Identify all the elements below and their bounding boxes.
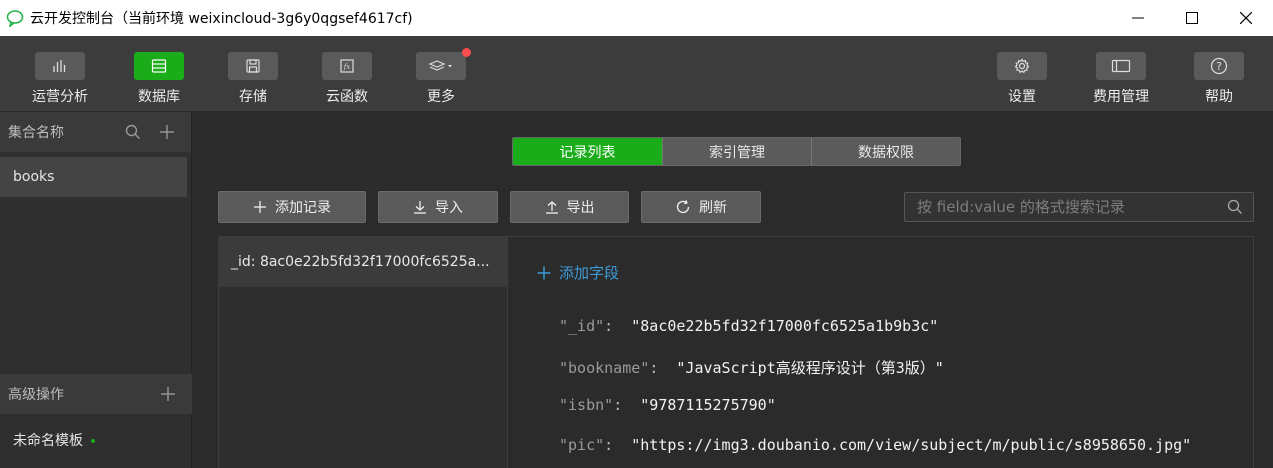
tab-index-management[interactable]: 索引管理 [662, 138, 811, 165]
billing-icon [1111, 59, 1131, 73]
field-key: "bookname" [559, 359, 650, 377]
records-panel: _id: 8ac0e22b5fd32f17000fc6525a... 添加字段 … [218, 236, 1254, 468]
collections-sidebar: 集合名称 books 高级操作 未命名模板 [0, 112, 192, 468]
tool-label: 设置 [1008, 89, 1036, 105]
svg-text:fx: fx [343, 63, 351, 71]
field-colon: : [604, 436, 632, 454]
add-field-button[interactable]: 添加字段 [537, 262, 619, 283]
field-value: "JavaScript高级程序设计（第3版）" [676, 359, 944, 377]
close-icon [1240, 12, 1252, 24]
maximize-button[interactable] [1165, 0, 1219, 36]
export-button[interactable]: 导出 [510, 191, 629, 223]
title-bar: 云开发控制台（当前环境 weixincloud-3g6y0qgsef4617cf… [0, 0, 1273, 36]
field-key: "pic" [559, 436, 605, 454]
notification-badge [462, 48, 471, 57]
add-field-label: 添加字段 [559, 264, 620, 282]
tab-data-permissions[interactable]: 数据权限 [811, 138, 960, 165]
tool-storage[interactable]: 存储 [213, 52, 293, 106]
main-panel: 记录列表 索引管理 数据权限 添加记录 导入 导出 刷新 _id: 8ac0e2… [193, 112, 1273, 468]
close-window-button[interactable] [1219, 0, 1273, 36]
add-record-label: 添加记录 [275, 200, 331, 216]
database-icon [151, 59, 167, 73]
tool-label: 更多 [427, 89, 455, 105]
save-icon [246, 59, 260, 73]
action-bar: 添加记录 导入 导出 刷新 [218, 191, 761, 223]
tool-help[interactable]: ? 帮助 [1179, 52, 1259, 106]
refresh-button[interactable]: 刷新 [641, 191, 761, 223]
tool-database[interactable]: 数据库 [119, 52, 199, 106]
tool-label: 云函数 [326, 89, 368, 105]
search-icon[interactable] [125, 124, 141, 140]
field-row[interactable]: "bookname": "JavaScript高级程序设计（第3版）" [559, 357, 944, 378]
tool-billing[interactable]: 费用管理 [1081, 52, 1161, 106]
collections-title: 集合名称 [8, 125, 64, 141]
field-colon: : [604, 317, 632, 335]
search-icon [1227, 199, 1242, 214]
template-item[interactable]: 未命名模板 [13, 430, 95, 450]
main-toolbar: 运营分析 数据库 存储 fx 云函数 更多 设置 费用管理 ? 帮助 [0, 36, 1273, 112]
field-key: "isbn" [559, 396, 614, 414]
add-template-icon[interactable] [160, 386, 176, 402]
import-button[interactable]: 导入 [378, 191, 498, 223]
upload-icon [545, 201, 558, 214]
refresh-icon [676, 200, 690, 214]
tab-record-list[interactable]: 记录列表 [513, 138, 662, 165]
download-icon [414, 201, 426, 214]
window-title: 云开发控制台（当前环境 weixincloud-3g6y0qgsef4617cf… [30, 11, 413, 27]
record-row[interactable]: _id: 8ac0e22b5fd32f17000fc6525a... [219, 237, 507, 287]
export-label: 导出 [566, 200, 595, 216]
field-row[interactable]: "isbn": "9787115275790" [559, 396, 776, 414]
field-colon: : [649, 359, 677, 377]
field-value: "https://img3.doubanio.com/view/subject/… [631, 436, 1192, 454]
field-colon: : [613, 396, 641, 414]
app-logo-icon [6, 10, 24, 27]
refresh-label: 刷新 [699, 200, 727, 216]
collection-item-books[interactable]: books [0, 157, 187, 197]
status-dot [91, 439, 95, 443]
minimize-button[interactable] [1111, 0, 1165, 36]
tool-settings[interactable]: 设置 [982, 52, 1062, 106]
gear-icon [1014, 58, 1030, 74]
template-label: 未命名模板 [13, 433, 83, 449]
record-list: _id: 8ac0e22b5fd32f17000fc6525a... [219, 237, 508, 468]
plus-icon [254, 201, 266, 213]
record-detail: 添加字段 "_id": "8ac0e22b5fd32f17000fc6525a1… [509, 237, 1253, 468]
tool-more[interactable]: 更多 [401, 48, 481, 106]
search-button[interactable] [1223, 199, 1247, 215]
advanced-ops-header: 高级操作 [0, 374, 192, 414]
record-search-input[interactable] [905, 193, 1223, 221]
maximize-icon [1186, 12, 1198, 24]
function-icon: fx [340, 59, 354, 73]
tool-cloud-functions[interactable]: fx 云函数 [307, 52, 387, 106]
layers-icon [428, 60, 452, 71]
minimize-icon [1132, 17, 1144, 19]
field-value: "8ac0e22b5fd32f17000fc6525a1b9b3c" [631, 317, 939, 335]
help-icon: ? [1210, 57, 1228, 75]
plus-icon [537, 266, 551, 279]
tool-analytics[interactable]: 运营分析 [20, 52, 100, 106]
tool-label: 运营分析 [32, 89, 88, 105]
advanced-ops-title: 高级操作 [8, 387, 64, 403]
view-tabs: 记录列表 索引管理 数据权限 [512, 137, 961, 166]
import-label: 导入 [435, 200, 463, 216]
tool-label: 存储 [239, 89, 267, 105]
record-search-box [904, 192, 1254, 222]
tool-label: 费用管理 [1093, 89, 1149, 105]
field-row[interactable]: "_id": "8ac0e22b5fd32f17000fc6525a1b9b3c… [559, 317, 938, 335]
add-record-button[interactable]: 添加记录 [218, 191, 366, 223]
tool-label: 帮助 [1205, 89, 1233, 105]
field-value: "9787115275790" [640, 396, 776, 414]
field-key: "_id" [559, 317, 605, 335]
tool-label: 数据库 [138, 89, 180, 105]
field-row[interactable]: "pic": "https://img3.doubanio.com/view/s… [559, 436, 1191, 454]
bar-chart-icon [53, 60, 66, 72]
add-collection-icon[interactable] [159, 124, 175, 140]
svg-text:?: ? [1216, 60, 1222, 73]
collections-header: 集合名称 [0, 112, 191, 152]
